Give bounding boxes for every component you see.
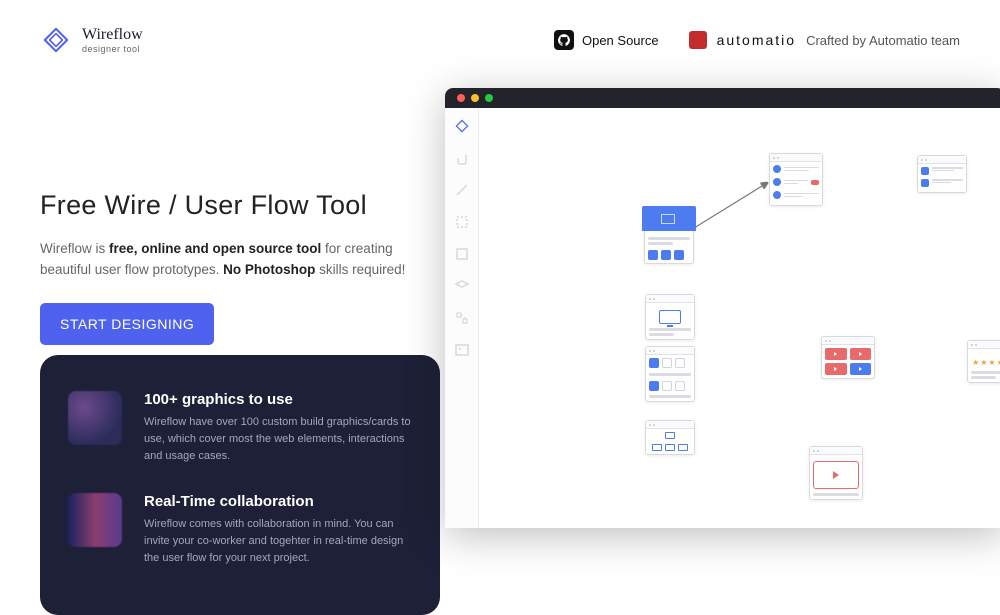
flow-card <box>645 346 695 402</box>
credit-link[interactable]: automatio Crafted by Automatio team <box>689 31 960 49</box>
traffic-max-icon <box>485 94 493 102</box>
brand-tagline: designer tool <box>82 44 143 54</box>
wireflow-app-icon <box>454 118 470 134</box>
wireflow-logo-icon <box>40 24 72 56</box>
flow-card <box>821 336 875 379</box>
features-card: 100+ graphics to use Wireflow have over … <box>40 355 440 615</box>
open-source-link[interactable]: Open Source <box>554 30 659 50</box>
flow-card <box>917 155 967 193</box>
automatio-logo-icon <box>689 31 707 49</box>
flow-card <box>645 420 695 455</box>
flow-card <box>769 153 823 206</box>
flow-canvas: ★★★★★ <box>479 108 1000 528</box>
hero-title: Free Wire / User Flow Tool <box>40 190 420 221</box>
feature-title: 100+ graphics to use <box>144 391 412 408</box>
feature-desc: Wireflow have over 100 custom build grap… <box>144 414 412 465</box>
connector-tool-icon <box>454 310 470 326</box>
feature-title: Real-Time collaboration <box>144 493 412 510</box>
hero-section: Free Wire / User Flow Tool Wireflow is f… <box>0 80 420 345</box>
traffic-min-icon <box>471 94 479 102</box>
feature-icon <box>68 493 122 547</box>
feature-collab: Real-Time collaboration Wireflow comes w… <box>68 493 412 567</box>
draw-tool-icon <box>454 182 470 198</box>
image-tool-icon <box>454 342 470 358</box>
top-nav: Open Source automatio Crafted by Automat… <box>554 30 960 50</box>
flow-card <box>809 446 863 500</box>
hero-subtitle: Wireflow is free, online and open source… <box>40 239 420 281</box>
automatio-brand: automatio <box>717 32 796 48</box>
brand-logo[interactable]: Wireflow designer tool <box>40 24 143 56</box>
flow-connectors <box>479 108 779 258</box>
feature-icon <box>68 391 122 445</box>
window-titlebar <box>445 88 1000 108</box>
flow-card <box>645 294 695 340</box>
open-source-label: Open Source <box>582 33 659 48</box>
feature-graphics: 100+ graphics to use Wireflow have over … <box>68 391 412 465</box>
notes-tool-icon <box>454 246 470 262</box>
crop-tool-icon <box>454 214 470 230</box>
tool-rail <box>445 108 479 528</box>
brand-name: Wireflow <box>82 26 143 44</box>
site-header: Wireflow designer tool Open Source autom… <box>0 0 1000 80</box>
flow-card: ★★★★★ <box>967 340 1000 383</box>
feature-desc: Wireflow comes with collaboration in min… <box>144 516 412 567</box>
traffic-close-icon <box>457 94 465 102</box>
hand-tool-icon <box>454 150 470 166</box>
layers-tool-icon <box>454 278 470 294</box>
start-designing-button[interactable]: START DESIGNING <box>40 303 214 345</box>
flow-card <box>644 208 694 264</box>
app-screenshot: ★★★★★ <box>445 88 1000 528</box>
credit-text: Crafted by Automatio team <box>806 33 960 48</box>
github-icon <box>554 30 574 50</box>
